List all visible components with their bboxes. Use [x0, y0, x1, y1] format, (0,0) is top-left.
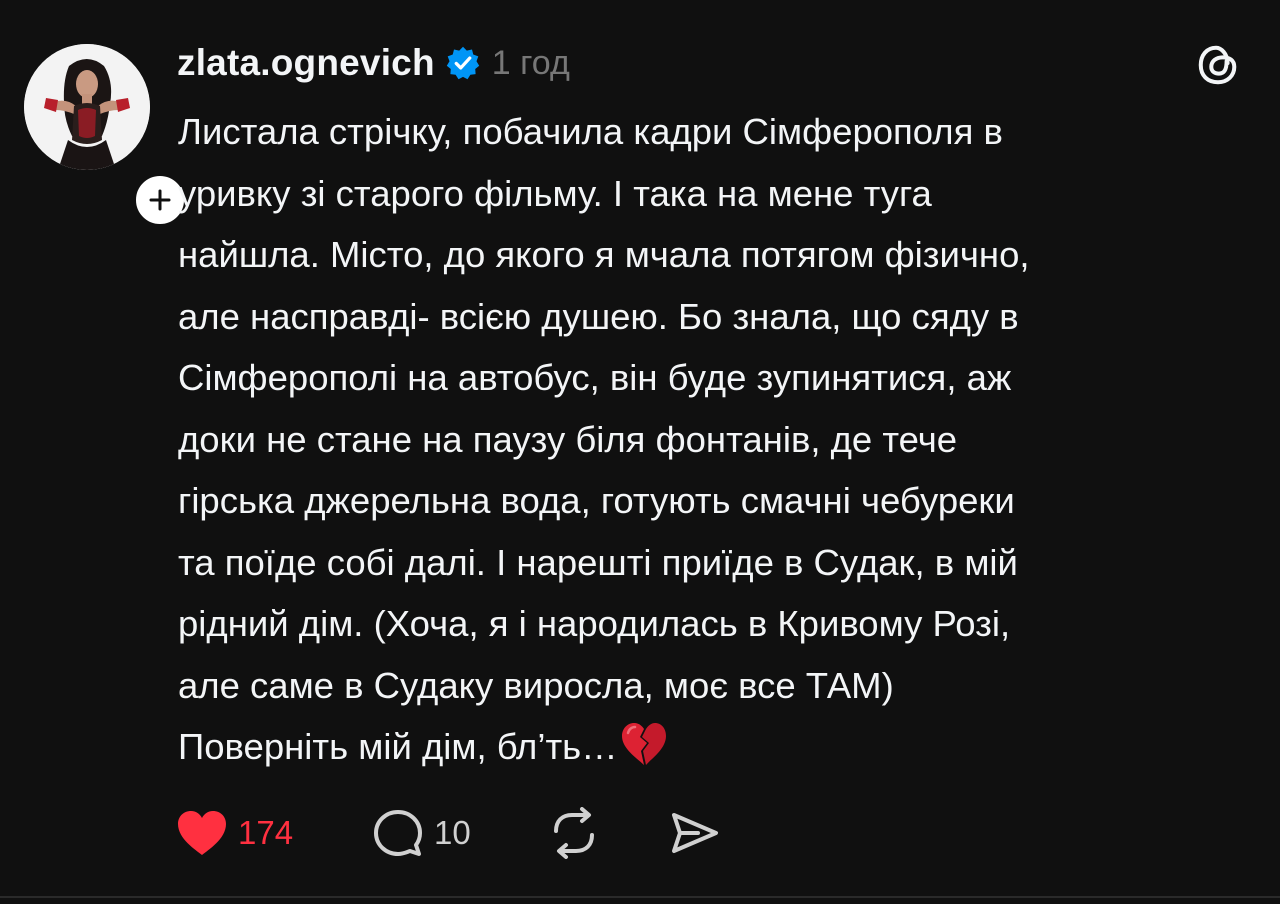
post-text-line: рідний дім. (Хоча, я і народилась в Крив…: [178, 603, 1011, 644]
broken-heart-emoji: [621, 723, 666, 765]
threads-logo-icon[interactable]: [1195, 42, 1241, 88]
post-text-line: уривку зі старого фільму. І така на мене…: [178, 172, 932, 214]
plus-icon: [149, 189, 171, 211]
repost-button[interactable]: [548, 803, 600, 863]
comment-icon: [374, 810, 422, 856]
verified-badge-icon: [446, 46, 479, 80]
thread-post: zlata.ognevich 1 год Листала стрічку, по…: [0, 0, 1280, 904]
reply-button[interactable]: 10: [372, 803, 471, 863]
share-icon: [672, 813, 718, 853]
post-text-line: найшла. Місто, до якого я мчала потягом …: [178, 234, 1030, 275]
post-text-line: Листала стрічку, побачила кадри Сімфероп…: [178, 111, 1003, 152]
repost-icon: [554, 807, 594, 859]
like-count: 174: [238, 814, 294, 851]
post-text-line: але саме в Судаку виросла, моє все ТАМ): [178, 664, 894, 706]
like-button[interactable]: 174: [176, 803, 293, 863]
username-link[interactable]: zlata.ognevich: [177, 42, 435, 84]
post-text-line: гірська джерельна вода, готують смачні ч…: [178, 480, 1015, 521]
post-timestamp: 1 год: [491, 43, 570, 82]
post-text-line: та поїде собі далі. І нарешті приїде в С…: [178, 541, 1018, 583]
avatar[interactable]: [24, 44, 150, 170]
share-button[interactable]: [668, 803, 720, 863]
post-body: Листала стрічку, побачила кадри Сімфероп…: [178, 101, 1258, 778]
post-text-line: але насправді- всією душею. Бо знала, що…: [178, 295, 1019, 337]
reply-count: 10: [434, 814, 471, 851]
post-text-line: Сімферополі на автобус, він буде зупинят…: [178, 357, 1012, 398]
post-text-last-line: Поверніть мій дім, бл’ть…: [178, 716, 1258, 778]
action-bar: 174 10: [174, 803, 774, 863]
avatar-container: [24, 44, 188, 228]
post-header: zlata.ognevich 1 год: [177, 38, 570, 88]
post-text-line: доки не стане на паузу біля фонтанів, де…: [178, 418, 958, 460]
heart-icon: [178, 811, 226, 855]
divider: [0, 896, 1280, 898]
post-text-line: Поверніть мій дім, бл’ть…: [178, 726, 618, 767]
